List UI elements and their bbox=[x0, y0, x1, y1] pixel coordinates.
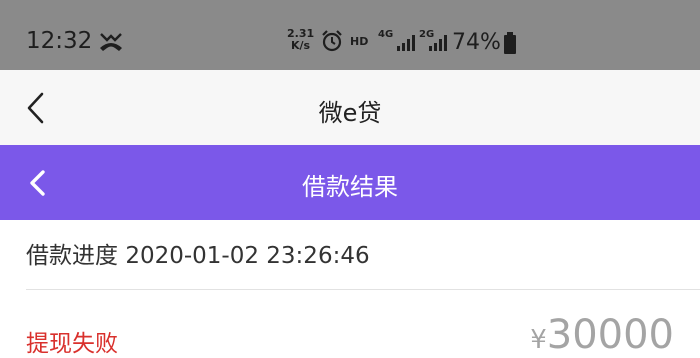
battery-icon bbox=[504, 32, 516, 54]
app-bar: 微e贷 bbox=[0, 70, 700, 145]
currency-symbol: ¥ bbox=[530, 325, 547, 355]
hd-indicator: HD bbox=[350, 35, 369, 48]
progress-time: 2020-01-02 23:26:46 bbox=[125, 243, 370, 269]
net-speed: 2.31 K/s bbox=[287, 28, 314, 52]
network-4g: 4G bbox=[378, 29, 394, 40]
app-title: 微e贷 bbox=[318, 99, 382, 127]
alarm-icon bbox=[322, 30, 342, 52]
net-speed-unit: K/s bbox=[291, 39, 311, 52]
page-title: 借款结果 bbox=[302, 173, 398, 201]
missed-call-icon bbox=[100, 33, 122, 51]
battery-percent: 74% bbox=[452, 30, 501, 55]
withdraw-status: 提现失败 bbox=[26, 331, 118, 357]
loan-amount: ¥30000 bbox=[530, 312, 674, 358]
signal-icon-2 bbox=[429, 35, 447, 51]
loan-progress-row: 借款进度 2020-01-02 23:26:46 bbox=[26, 236, 370, 270]
signal-icon bbox=[397, 35, 415, 51]
amount-value: 30000 bbox=[546, 312, 674, 358]
page-header: 借款结果 bbox=[0, 145, 700, 220]
status-time: 12:32 bbox=[26, 28, 93, 54]
progress-label: 借款进度 bbox=[26, 243, 118, 269]
divider bbox=[26, 289, 700, 290]
status-bar: 12:32 2.31 K/s HD 4G 2G 74% bbox=[0, 0, 700, 70]
